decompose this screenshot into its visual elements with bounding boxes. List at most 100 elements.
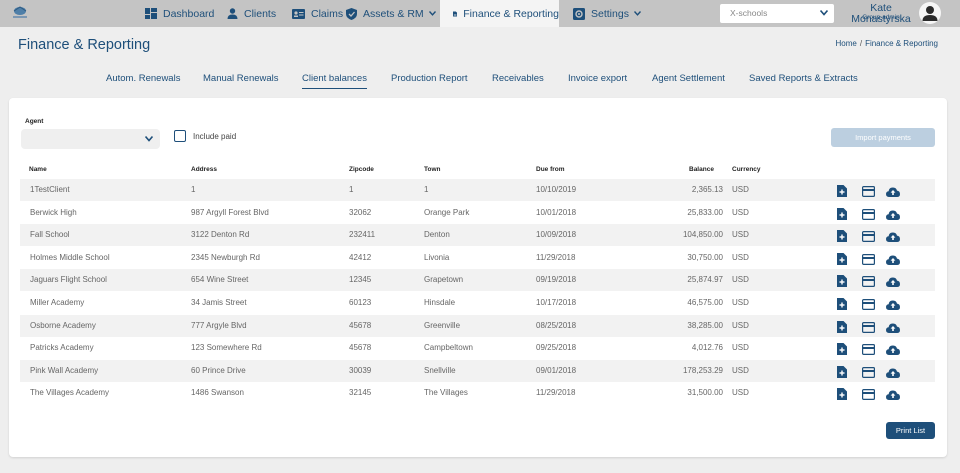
agent-label: Agent <box>25 118 44 125</box>
table-row[interactable]: Holmes Middle School 2345 Newburgh Rd 4241… <box>20 247 935 269</box>
column-header-town[interactable]: Town <box>424 166 441 173</box>
cloud-upload-icon[interactable] <box>886 320 900 338</box>
table-row[interactable]: Osborne Academy 777 Argyle Blvd 45678 Green… <box>20 314 935 338</box>
cloud-upload-icon[interactable] <box>886 184 900 202</box>
cell-currency: USD <box>732 320 749 330</box>
cloud-upload-icon[interactable] <box>886 207 900 225</box>
credit-card-icon[interactable] <box>862 207 876 225</box>
add-document-icon[interactable] <box>837 184 847 202</box>
cell-town: Snellville <box>424 365 456 375</box>
cloud-upload-icon[interactable] <box>886 365 900 383</box>
column-header-due-from[interactable]: Due from <box>536 166 565 173</box>
cell-zipcode: 42412 <box>349 252 372 262</box>
add-document-icon[interactable] <box>837 252 847 270</box>
school-select[interactable]: X-schools <box>720 4 834 23</box>
credit-card-icon[interactable] <box>862 320 876 338</box>
table-row[interactable]: Patricks Academy 123 Somewhere Rd 45678 Cam… <box>20 337 935 359</box>
tab-autom-renewals[interactable]: Autom. Renewals <box>106 73 180 84</box>
nav-clients[interactable]: Clients <box>227 0 276 27</box>
cloud-upload-icon[interactable] <box>886 229 900 247</box>
nav-settings[interactable]: Settings <box>573 0 641 27</box>
credit-card-icon[interactable] <box>862 387 876 405</box>
school-select-value: X-schools <box>730 8 768 18</box>
table-row[interactable]: Berwick High 987 Argyll Forest Blvd 32062 O… <box>20 202 935 224</box>
cell-town: Campbeltown <box>424 343 473 353</box>
cell-name: 1TestClient <box>30 185 70 194</box>
tab-agent-settlement[interactable]: Agent Settlement <box>652 73 725 84</box>
nav-claims[interactable]: Claims <box>292 0 343 27</box>
cell-balance: 38,285.00 <box>687 320 723 330</box>
table-row[interactable]: Fall School 3122 Denton Rd 232411 Denton 10/… <box>20 224 935 247</box>
nav-assets-rm[interactable]: Assets & RM <box>346 0 436 27</box>
tab-invoice-export[interactable]: Invoice export <box>568 73 627 84</box>
table-row[interactable]: Miller Academy 34 Jamis Street 60123 Hinsda… <box>20 292 935 314</box>
cloud-upload-icon[interactable] <box>886 342 900 360</box>
cloud-upload-icon[interactable] <box>886 297 900 315</box>
cell-town: Denton <box>424 230 450 240</box>
company-logo[interactable] <box>10 4 30 20</box>
nav-dashboard[interactable]: Dashboard <box>145 0 214 27</box>
add-document-icon[interactable] <box>837 387 847 405</box>
avatar[interactable] <box>919 2 941 24</box>
chevron-down-icon <box>633 11 641 16</box>
credit-card-icon[interactable] <box>862 297 876 315</box>
cell-address: 60 Prince Drive <box>191 365 246 375</box>
add-document-icon[interactable] <box>837 297 847 315</box>
cell-currency: USD <box>732 230 749 240</box>
cell-zipcode: 32062 <box>349 207 372 217</box>
credit-card-icon[interactable] <box>862 184 876 202</box>
credit-card-icon[interactable] <box>862 365 876 383</box>
column-header-currency[interactable]: Currency <box>732 166 761 173</box>
page-title: Finance & Reporting <box>18 37 151 53</box>
include-paid-checkbox[interactable] <box>174 130 186 142</box>
chevron-down-icon <box>145 136 153 142</box>
column-header-zipcode[interactable]: Zipcode <box>349 166 374 173</box>
tab-manual-renewals[interactable]: Manual Renewals <box>203 73 279 84</box>
credit-card-icon[interactable] <box>862 229 876 247</box>
cell-name: Jaguars Flight School <box>30 275 107 285</box>
add-document-icon[interactable] <box>837 365 847 383</box>
cloud-upload-icon[interactable] <box>886 274 900 292</box>
cell-zipcode: 30039 <box>349 365 372 375</box>
credit-card-icon[interactable] <box>862 342 876 360</box>
cell-balance: 25,874.97 <box>687 275 723 285</box>
add-document-icon[interactable] <box>837 207 847 225</box>
add-document-icon[interactable] <box>837 229 847 247</box>
column-header-address[interactable]: Address <box>191 166 217 173</box>
credit-card-icon[interactable] <box>862 252 876 270</box>
cell-due-from: 11/29/2018 <box>536 252 576 262</box>
add-document-icon[interactable] <box>837 274 847 292</box>
add-document-icon[interactable] <box>837 320 847 338</box>
table-row[interactable]: Pink Wall Academy 60 Prince Drive 30039 Sne… <box>20 359 935 383</box>
include-paid-label[interactable]: Include paid <box>193 132 236 141</box>
tab-production-report[interactable]: Production Report <box>391 73 468 84</box>
tab-saved-reports-extracts[interactable]: Saved Reports & Extracts <box>749 73 858 84</box>
top-nav-bar: Dashboard Clients Claims Assets & RM Fin… <box>0 0 960 27</box>
cloud-upload-icon[interactable] <box>886 252 900 270</box>
table-row[interactable]: 1TestClient 1 1 1 10/10/2019 2,365.13 USD <box>20 179 935 201</box>
nav-finance-reporting[interactable]: Finance & Reporting <box>440 0 559 27</box>
agent-select[interactable] <box>21 129 160 149</box>
import-payments-button[interactable]: Import payments <box>831 128 935 147</box>
column-header-name[interactable]: Name <box>29 166 47 173</box>
credit-card-icon[interactable] <box>862 274 876 292</box>
nav-settings-label: Settings <box>591 7 629 20</box>
breadcrumb-current: Finance & Reporting <box>865 39 938 48</box>
column-header-balance[interactable]: Balance <box>689 166 714 173</box>
cell-due-from: 10/01/2018 <box>536 207 577 217</box>
nav-clients-label: Clients <box>244 7 277 20</box>
cell-town: Grapetown <box>424 275 464 285</box>
tab-client-balances[interactable]: Client balances <box>302 73 367 89</box>
print-list-button[interactable]: Print List <box>886 422 935 439</box>
add-document-icon[interactable] <box>837 342 847 360</box>
table-row[interactable]: Jaguars Flight School 654 Wine Street 1234… <box>20 269 935 292</box>
person-icon <box>227 8 238 19</box>
cell-town: Orange Park <box>424 207 470 217</box>
cloud-upload-icon[interactable] <box>886 387 900 405</box>
table-row[interactable]: The Villages Academy 1486 Swanson 32145 The… <box>20 382 935 404</box>
breadcrumb-separator: / <box>859 39 863 48</box>
breadcrumb-home[interactable]: Home <box>835 39 856 48</box>
tab-receivables[interactable]: Receivables <box>492 73 544 84</box>
cell-zipcode: 45678 <box>349 343 372 353</box>
cell-name: Fall School <box>30 230 70 240</box>
